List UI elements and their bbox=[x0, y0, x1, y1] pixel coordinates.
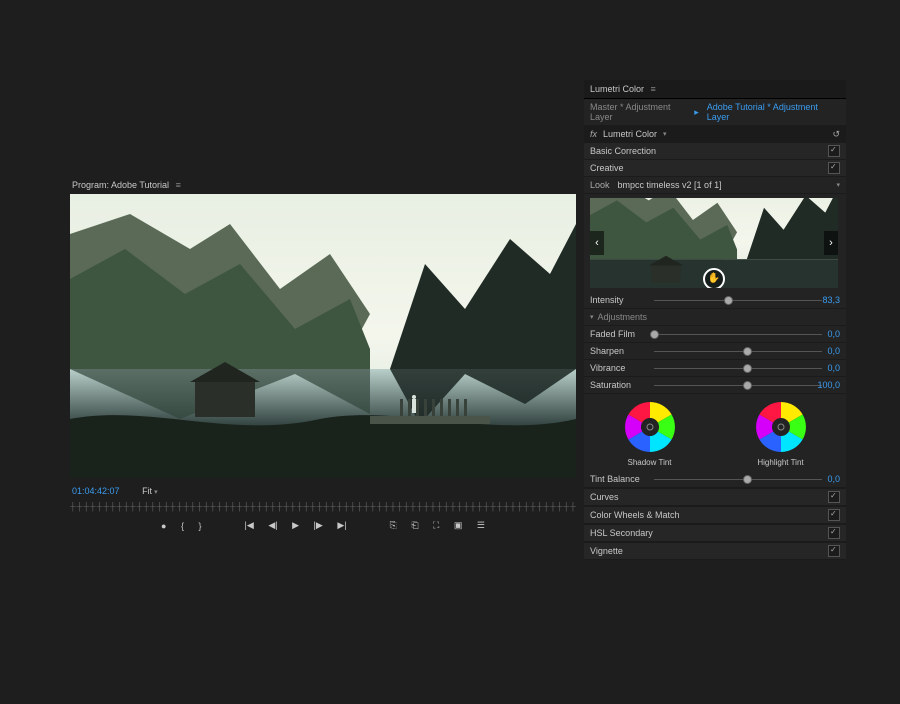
chevron-down-icon: ▾ bbox=[836, 181, 840, 189]
look-prev-button[interactable]: ‹ bbox=[590, 231, 604, 255]
play-button[interactable]: ▶ bbox=[292, 520, 299, 531]
step-forward-button[interactable]: |▶ bbox=[314, 520, 323, 531]
basic-correction-checkbox[interactable] bbox=[828, 145, 840, 157]
program-info-row: 01:04:42:07 Fit▾ bbox=[70, 478, 576, 496]
transport-controls: ● { } |◀ ◀| ▶ |▶ ▶| ⎘ ⎗ ⛶ ▣ ☰ bbox=[70, 520, 576, 531]
faded-film-row: Faded Film 0,0 bbox=[584, 326, 846, 343]
vignette-checkbox[interactable] bbox=[828, 545, 840, 557]
goto-in-button[interactable]: |◀ bbox=[245, 520, 254, 531]
lift-button[interactable]: ⎘ bbox=[390, 520, 397, 531]
tint-balance-slider[interactable] bbox=[654, 474, 840, 484]
section-vignette[interactable]: Vignette bbox=[584, 542, 846, 560]
lumetri-color-panel: Lumetri Color ≡ Master * Adjustment Laye… bbox=[584, 80, 846, 560]
intensity-slider[interactable] bbox=[654, 295, 840, 305]
saturation-row: Saturation 100,0 bbox=[584, 377, 846, 394]
mark-out-button[interactable]: } bbox=[198, 521, 201, 531]
shadow-tint-wheel[interactable]: Shadow Tint bbox=[619, 400, 681, 467]
mark-in-button[interactable]: { bbox=[181, 521, 184, 531]
twirl-down-icon: ▾ bbox=[590, 313, 594, 321]
section-hsl-secondary[interactable]: HSL Secondary bbox=[584, 524, 846, 542]
extract-button[interactable]: ⎗ bbox=[411, 520, 418, 531]
hsl-checkbox[interactable] bbox=[828, 527, 840, 539]
sharpen-row: Sharpen 0,0 bbox=[584, 343, 846, 360]
safe-margins-button[interactable]: ▣ bbox=[454, 520, 463, 531]
chevron-down-icon[interactable]: ▾ bbox=[663, 130, 667, 138]
look-dropdown[interactable]: Look bmpcc timeless v2 [1 of 1] ▾ bbox=[584, 177, 846, 194]
sharpen-slider[interactable] bbox=[654, 346, 840, 356]
fx-badge: fx bbox=[590, 129, 597, 139]
section-basic-correction[interactable]: Basic Correction bbox=[584, 143, 846, 160]
section-color-wheels-match[interactable]: Color Wheels & Match bbox=[584, 506, 846, 524]
effect-header: fx Lumetri Color ▾ ↺ bbox=[584, 126, 846, 143]
look-next-button[interactable]: › bbox=[824, 231, 838, 255]
reset-effect-button[interactable]: ↺ bbox=[832, 129, 840, 140]
program-title: Program: Adobe Tutorial bbox=[72, 180, 169, 190]
color-wheels-checkbox[interactable] bbox=[828, 509, 840, 521]
goto-out-button[interactable]: ▶| bbox=[337, 520, 346, 531]
look-preview: ‹ › ✋ bbox=[590, 198, 838, 288]
intensity-row: Intensity 83,3 bbox=[584, 292, 846, 309]
clip-selector[interactable]: Master * Adjustment Layer ▸ Adobe Tutori… bbox=[584, 99, 846, 126]
export-frame-button[interactable]: ⛶ bbox=[433, 520, 439, 531]
time-ruler[interactable]: ┼┼┼┼┼┼┼┼┼┼┼┼┼┼┼┼┼┼┼┼┼┼┼┼┼┼┼┼┼┼┼┼┼┼┼┼┼┼┼┼… bbox=[70, 502, 576, 512]
section-curves[interactable]: Curves bbox=[584, 488, 846, 506]
panel-tab-bar: Lumetri Color ≡ bbox=[584, 80, 846, 99]
program-monitor-viewport[interactable] bbox=[70, 194, 576, 478]
highlight-tint-wheel[interactable]: Highlight Tint bbox=[750, 400, 812, 467]
vibrance-slider[interactable] bbox=[654, 363, 840, 373]
faded-film-slider[interactable] bbox=[654, 329, 840, 339]
curves-checkbox[interactable] bbox=[828, 491, 840, 503]
tint-balance-row: Tint Balance 0,0 bbox=[584, 471, 846, 488]
zoom-fit-dropdown[interactable]: Fit▾ bbox=[142, 486, 158, 496]
step-back-button[interactable]: ◀| bbox=[268, 520, 277, 531]
program-monitor: Program: Adobe Tutorial ≡ bbox=[70, 180, 576, 531]
panel-menu-icon[interactable]: ≡ bbox=[176, 180, 181, 190]
add-marker-button[interactable]: ● bbox=[161, 521, 166, 531]
saturation-slider[interactable] bbox=[654, 380, 840, 390]
program-title-bar: Program: Adobe Tutorial ≡ bbox=[72, 180, 576, 190]
button-editor-button[interactable]: ☰ bbox=[477, 520, 485, 531]
hand-cursor-icon: ✋ bbox=[703, 268, 725, 288]
panel-menu-icon[interactable]: ≡ bbox=[651, 84, 656, 94]
tint-wheels: Shadow Tint Highlight Tint bbox=[584, 394, 846, 471]
adjustments-header[interactable]: ▾ Adjustments bbox=[584, 309, 846, 326]
section-creative[interactable]: Creative bbox=[584, 160, 846, 177]
chevron-right-icon: ▸ bbox=[694, 107, 699, 118]
vibrance-row: Vibrance 0,0 bbox=[584, 360, 846, 377]
chevron-down-icon: ▾ bbox=[154, 489, 158, 496]
creative-checkbox[interactable] bbox=[828, 162, 840, 174]
panel-tab-lumetri[interactable]: Lumetri Color bbox=[590, 84, 644, 94]
effect-name: Lumetri Color bbox=[603, 129, 657, 139]
program-timecode[interactable]: 01:04:42:07 bbox=[72, 486, 120, 496]
